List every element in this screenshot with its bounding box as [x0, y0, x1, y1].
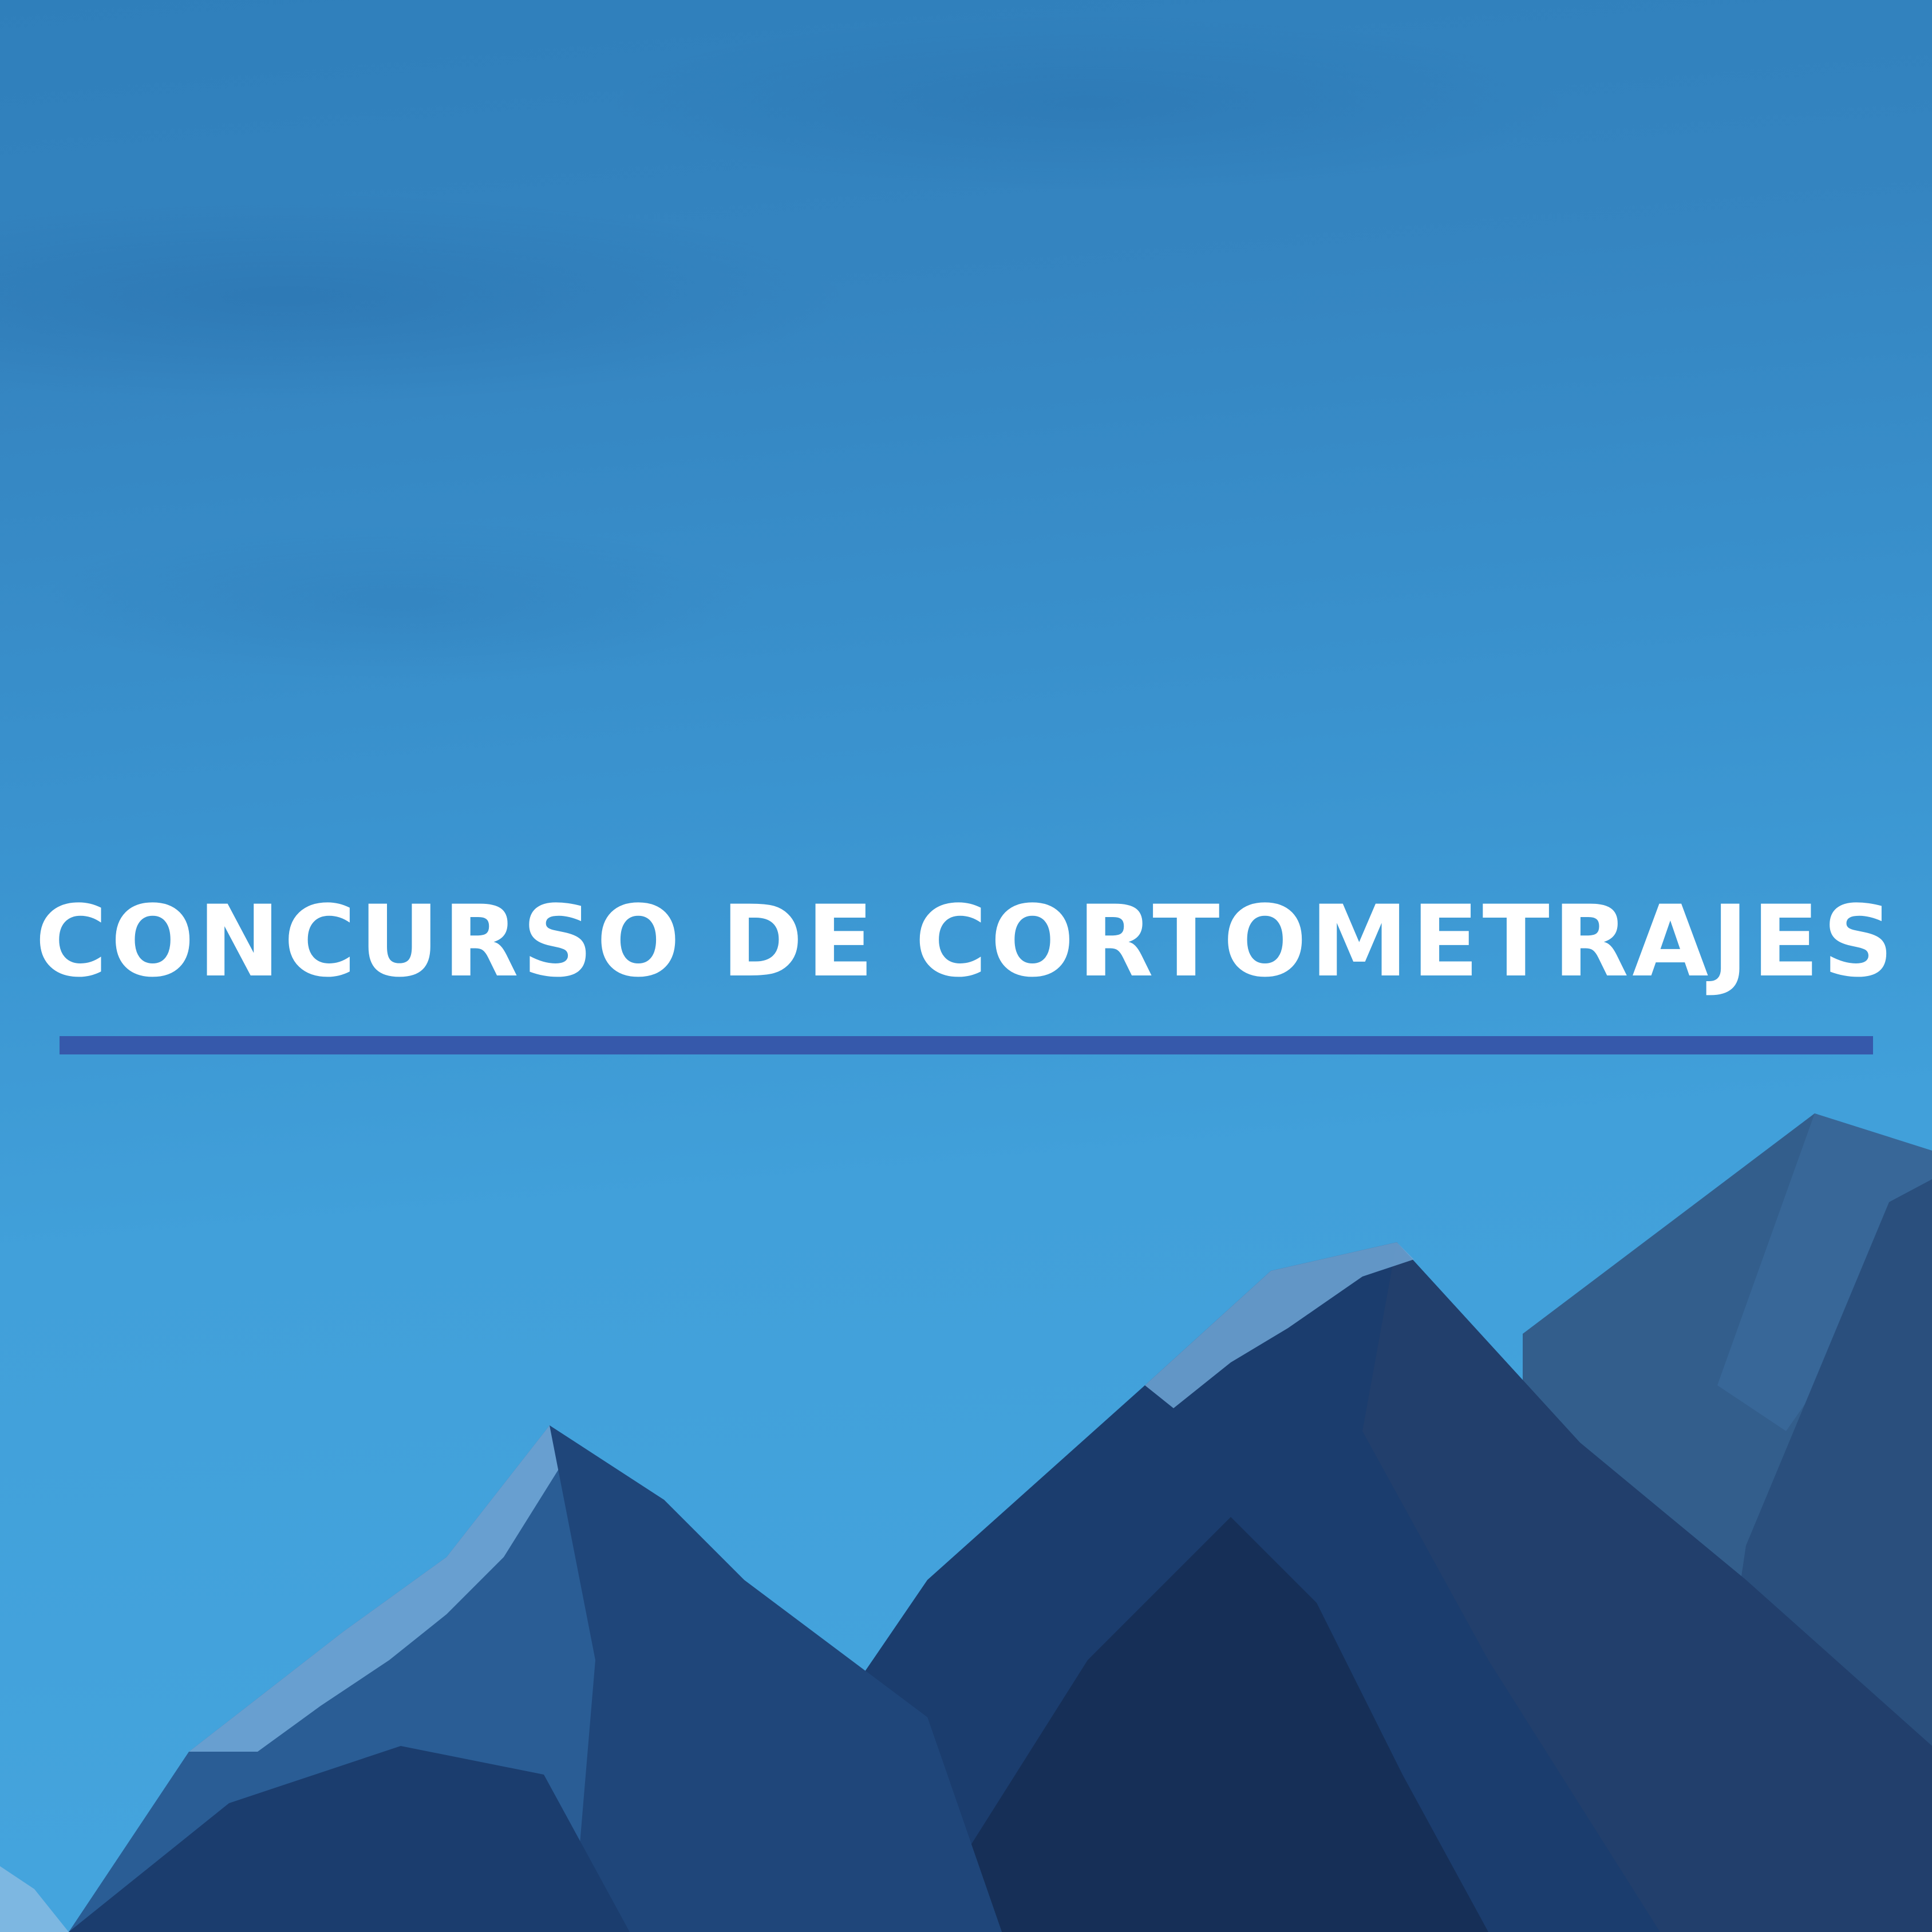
title-divider [60, 1036, 1873, 1054]
bottom-left-peak [0, 1866, 69, 1932]
poster-title: CONCURSO DE CORTOMETRAJES [35, 884, 1897, 999]
mountain-illustration [0, 1113, 1932, 1932]
poster: CONCURSO DE CORTOMETRAJES [0, 0, 1932, 1932]
